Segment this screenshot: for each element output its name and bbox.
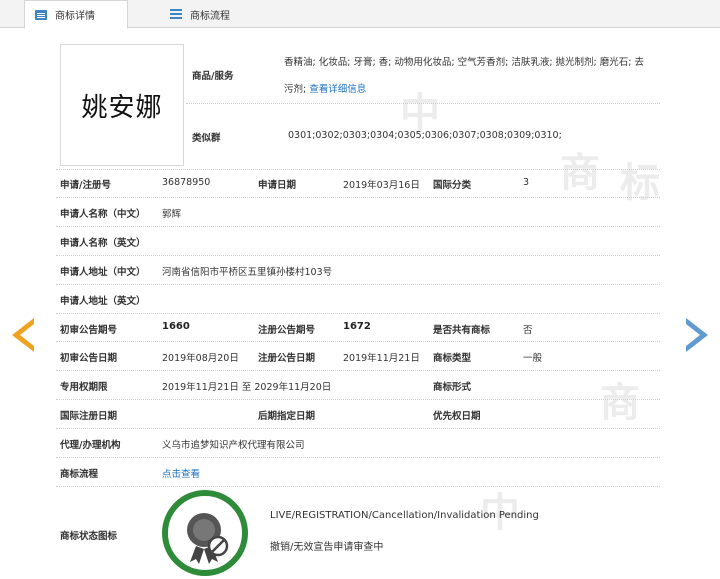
divider <box>56 284 660 285</box>
flow-link[interactable]: 点击查看 <box>162 466 200 480</box>
goods-label: 商品/服务 <box>192 71 234 82</box>
divider <box>56 226 660 227</box>
form-label: 商标形式 <box>433 382 472 393</box>
exclusive-value: 2019年11月21日 至 2029年11月20日 <box>162 382 332 393</box>
tab-trademark-detail[interactable]: 商标详情 <box>24 0 128 29</box>
later-date-label: 后期指定日期 <box>258 411 316 422</box>
watermark: 中 <box>480 489 520 536</box>
intl-class-label: 国际分类 <box>433 180 472 191</box>
type-label: 商标类型 <box>433 353 472 364</box>
prelim-date-value: 2019年08月20日 <box>162 353 239 364</box>
prev-arrow-inner <box>20 324 34 346</box>
divider <box>56 370 660 371</box>
similar-group-label: 类似群 <box>192 133 221 144</box>
list-icon <box>170 9 182 19</box>
divider <box>56 313 660 314</box>
prelim-date-label: 初审公告日期 <box>60 353 118 364</box>
apply-date-value: 2019年03月16日 <box>343 180 420 191</box>
tab-bar: 商标详情 商标流程 <box>0 0 720 29</box>
status-en: LIVE/REGISTRATION/Cancellation/Invalidat… <box>270 510 539 521</box>
agent-value: 义乌市追梦知识产权代理有限公司 <box>162 440 305 451</box>
applicant-en-label: 申请人名称（英文） <box>60 238 146 249</box>
next-arrow-inner <box>686 324 700 346</box>
divider <box>186 103 660 104</box>
address-cn-label: 申请人地址（中文） <box>60 267 146 278</box>
divider <box>56 399 660 400</box>
status-seal-icon <box>162 490 248 576</box>
reg-no-value: 36878950 <box>162 177 211 188</box>
shared-label: 是否共有商标 <box>433 325 491 336</box>
exclusive-label: 专用权期限 <box>60 382 108 393</box>
address-en-label: 申请人地址（英文） <box>60 296 146 307</box>
goods-text-2: 污剂; <box>284 84 307 95</box>
watermark: 标 <box>620 159 660 206</box>
flow-label: 商标流程 <box>60 469 99 480</box>
document-icon <box>35 10 47 20</box>
divider <box>56 486 660 487</box>
goods-text: 香精油; 化妆品; 牙膏; 香; 动物用化妆品; 空气芳香剂; 洁肤乳液; 抛光… <box>284 57 644 68</box>
divider <box>56 169 660 170</box>
intl-reg-date-label: 国际注册日期 <box>60 411 118 422</box>
reg-pub-no-value: 1672 <box>343 321 371 332</box>
shared-value: 否 <box>523 325 533 336</box>
trademark-image: 姚安娜 <box>60 44 184 166</box>
applicant-cn-value: 郭辉 <box>162 209 182 220</box>
divider <box>56 341 660 342</box>
status-cn: 撤销/无效宣告申请审查中 <box>270 542 384 553</box>
type-value: 一般 <box>523 353 543 364</box>
address-cn-value: 河南省信阳市平桥区五里镇孙楼村103号 <box>162 267 333 278</box>
divider <box>56 457 660 458</box>
priority-date-label: 优先权日期 <box>433 411 481 422</box>
prelim-no-value: 1660 <box>162 321 190 332</box>
intl-class-value: 3 <box>523 177 530 188</box>
divider <box>56 428 660 429</box>
reg-pub-date-value: 2019年11月21日 <box>343 353 420 364</box>
similar-group-value: 0301;0302;0303;0304;0305;0306;0307;0308;… <box>288 130 562 141</box>
tab-label: 商标详情 <box>55 11 95 22</box>
applicant-cn-label: 申请人名称（中文） <box>60 209 146 220</box>
view-details-link[interactable]: 查看详细信息 <box>309 84 366 95</box>
reg-pub-date-label: 注册公告日期 <box>258 353 316 364</box>
tab-trademark-flow[interactable]: 商标流程 <box>160 0 260 28</box>
status-icon-label: 商标状态图标 <box>60 531 118 542</box>
agent-label: 代理/办理机构 <box>60 440 121 451</box>
tab-label: 商标流程 <box>190 10 230 22</box>
apply-date-label: 申请日期 <box>258 180 297 191</box>
goods-text-cont: 污剂; 查看详细信息 <box>284 81 366 95</box>
divider <box>56 255 660 256</box>
divider <box>56 197 660 198</box>
trademark-text: 姚安娜 <box>81 92 163 123</box>
reg-pub-no-label: 注册公告期号 <box>258 325 316 336</box>
reg-no-label: 申请/注册号 <box>60 180 111 191</box>
prelim-no-label: 初审公告期号 <box>60 325 118 336</box>
